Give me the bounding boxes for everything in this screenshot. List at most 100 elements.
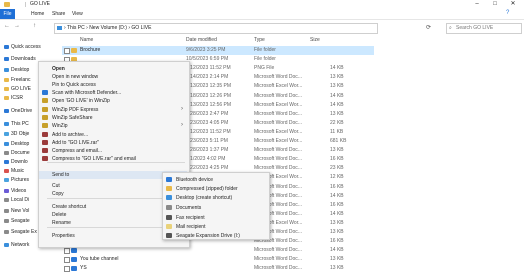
send-to-item[interactable]: Bluetooth device — [163, 176, 267, 184]
send-to-item[interactable]: Fax recipient — [163, 214, 267, 222]
checkbox-icon[interactable] — [64, 48, 70, 54]
file-date: 9/23/2023 4:05 PM — [186, 119, 229, 126]
nav-item[interactable]: New Vol — [4, 208, 29, 214]
pc-icon — [4, 121, 9, 126]
nav-item[interactable]: Local Di — [4, 197, 29, 203]
tab-share[interactable]: Share — [52, 11, 65, 17]
menu-item-label: Copy — [52, 191, 64, 197]
nav-item[interactable]: Seagate Ex — [4, 229, 37, 235]
desktop-icon — [166, 195, 172, 200]
maximize-button[interactable]: □ — [488, 0, 502, 9]
table-row[interactable]: Brochure 9/6/2023 3:25 PM File folder — [62, 46, 374, 55]
context-menu-item[interactable]: Scan with Microsoft Defender... — [39, 89, 187, 97]
nav-item[interactable]: Freelanc — [4, 77, 30, 83]
table-row[interactable]: You tube channel Microsoft Word Doc... 13 … — [62, 255, 374, 264]
context-menu-item[interactable]: Open 'GO LIVE' in WinZip — [39, 97, 187, 105]
column-header-size[interactable]: Size — [310, 37, 320, 43]
file-type: Microsoft Word Doc... — [254, 256, 302, 263]
menu-item-label: WinZip SafeShare — [52, 115, 93, 121]
folder-icon — [71, 48, 77, 53]
send-to-item[interactable]: Mail recipient — [163, 223, 267, 231]
nav-item-label: Docume — [11, 150, 30, 156]
nav-item[interactable]: Desktop — [4, 67, 29, 73]
menu-item-label: Properties — [52, 233, 75, 239]
menu-item-label: Compressed (zipped) folder — [176, 186, 238, 192]
file-type: PNG File — [254, 65, 275, 72]
file-type: File folder — [254, 56, 276, 63]
winzip-icon — [42, 98, 48, 103]
nav-item[interactable]: This PC — [4, 121, 29, 127]
address-bar[interactable]: › This PC › New Volume (D:) › GO LIVE — [54, 23, 378, 34]
help-icon[interactable]: ? — [506, 10, 509, 16]
context-menu-item[interactable]: Compress to "GO LIVE.rar" and email — [39, 155, 187, 163]
column-header-type[interactable]: Type — [254, 37, 265, 43]
nav-item[interactable]: Downlo — [4, 159, 28, 165]
search-input[interactable]: ⌕ Search GO LIVE — [446, 23, 522, 34]
checkbox-icon[interactable] — [64, 257, 70, 264]
archive-icon — [42, 140, 48, 145]
cloud-icon — [4, 108, 9, 113]
desktop-icon — [4, 141, 9, 146]
file-size: 14 KB — [330, 210, 344, 217]
send-to-item[interactable]: Compressed (zipped) folder — [163, 185, 267, 193]
nav-item[interactable]: 3D Obje — [4, 131, 29, 137]
send-to-item[interactable]: Seagate Expansion Drive (I:) — [163, 232, 267, 240]
nav-item[interactable]: Desktop — [4, 141, 29, 147]
context-menu-item[interactable]: WinZip › — [39, 122, 187, 130]
zip-folder-icon — [166, 186, 172, 191]
winzip-icon — [42, 115, 48, 120]
nav-item[interactable]: GO LIVE — [4, 86, 31, 92]
context-menu-item[interactable]: Pin to Quick access — [39, 81, 187, 89]
context-menu-item[interactable]: WinZip SafeShare — [39, 114, 187, 122]
context-menu-item[interactable]: WinZip PDF Express › — [39, 106, 187, 114]
nav-item[interactable]: Network — [4, 242, 29, 248]
quick-access-toolbar[interactable] — [13, 2, 26, 7]
file-type: Microsoft Word Doc... — [254, 74, 302, 81]
nav-item[interactable]: Videos — [4, 188, 26, 194]
send-to-item[interactable]: Desktop (create shortcut) — [163, 194, 267, 202]
context-menu-item[interactable]: Add to "GO LIVE.rar" — [39, 139, 187, 147]
menu-item-label: Open in new window — [52, 74, 99, 80]
send-to-submenu: Bluetooth device Compressed (zipped) fold… — [162, 172, 270, 240]
nav-item-label: Quick access — [11, 44, 41, 50]
context-menu-item[interactable]: Compress and email... — [39, 147, 187, 155]
minimize-button[interactable]: – — [470, 0, 484, 9]
drive-icon — [166, 233, 172, 238]
context-menu-item[interactable]: Open in new window — [39, 73, 187, 81]
tab-file[interactable]: File — [0, 9, 15, 19]
file-type: Microsoft Excel Wor... — [254, 101, 303, 108]
checkbox-icon[interactable] — [64, 266, 70, 273]
column-header-date[interactable]: Date modified — [186, 37, 217, 43]
file-size: 16 KB — [330, 238, 344, 245]
context-menu-item[interactable]: Open — [39, 65, 187, 73]
tab-view[interactable]: View — [72, 11, 83, 17]
nav-item[interactable]: OneDrive — [4, 108, 32, 114]
cube-icon — [4, 131, 9, 136]
file-type: Microsoft Word Doc... — [254, 110, 302, 117]
nav-item[interactable]: ICSR — [4, 95, 23, 101]
nav-item[interactable]: Downloads — [4, 56, 36, 62]
column-header-name[interactable]: Name — [80, 37, 93, 43]
nav-item[interactable]: Docume — [4, 150, 30, 156]
up-button[interactable]: ↑ — [33, 23, 36, 29]
pc-icon — [57, 26, 62, 30]
nav-item[interactable]: Quick access — [4, 44, 41, 50]
forward-button[interactable]: → — [14, 23, 20, 29]
nav-item-label: Network — [11, 242, 30, 248]
back-button[interactable]: ← — [4, 23, 10, 29]
menu-item-label: Bluetooth device — [176, 177, 213, 183]
nav-item[interactable]: Pictures — [4, 177, 29, 183]
menu-item-label: Cut — [52, 183, 60, 189]
close-button[interactable]: ✕ — [506, 0, 520, 9]
file-date: 9/28/2023 1:37 PM — [186, 147, 229, 154]
context-menu-item[interactable]: Add to archive... — [39, 131, 187, 139]
tab-home[interactable]: Home — [31, 11, 44, 17]
file-type: Microsoft Word Doc... — [254, 156, 302, 163]
file-date: 9/14/2023 2:14 PM — [186, 74, 229, 81]
refresh-icon[interactable]: ⟳ — [426, 24, 431, 31]
checkbox-icon[interactable] — [64, 248, 70, 255]
nav-item[interactable]: Seagate — [4, 218, 30, 224]
nav-item[interactable]: Music — [4, 168, 24, 174]
send-to-item[interactable]: Documents — [163, 204, 267, 212]
menu-item-label: Open — [52, 66, 65, 72]
